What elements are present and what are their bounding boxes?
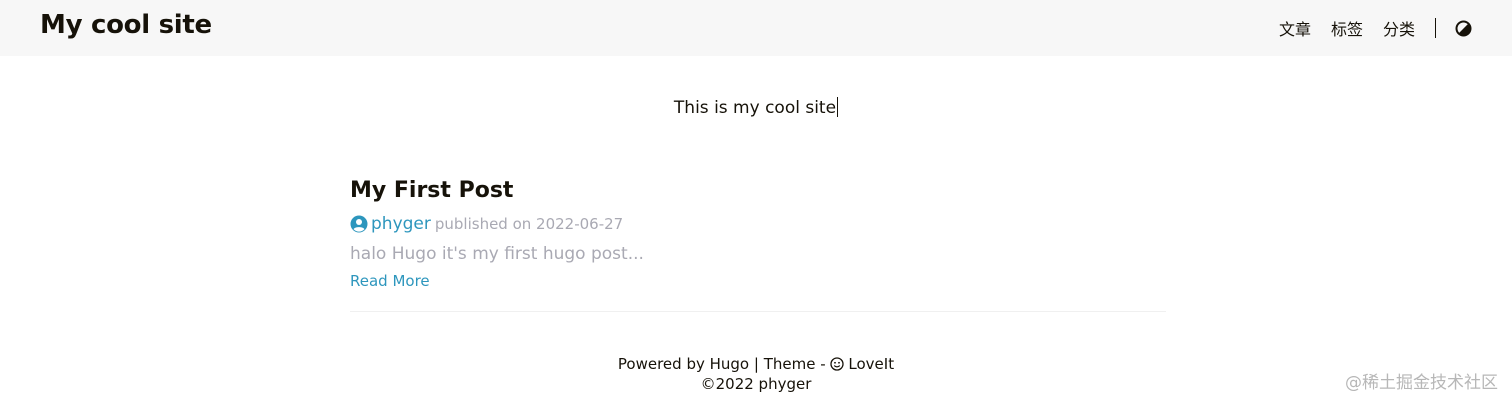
typing-cursor <box>837 97 839 117</box>
nav-divider <box>1435 18 1436 38</box>
footer-hugo-link[interactable]: Hugo <box>710 355 750 373</box>
nav-posts-link[interactable]: 文章 <box>1279 16 1311 40</box>
footer-copyright-text: 2022 phyger <box>715 375 812 393</box>
post-published-date: published on 2022-06-27 <box>434 215 624 233</box>
main-nav: 文章 标签 分类 <box>1279 0 1472 56</box>
site-footer: Powered by Hugo | Theme - LoveIt ©2022 p… <box>0 354 1512 394</box>
theme-switch-button[interactable] <box>1455 20 1472 37</box>
site-title-link[interactable]: My cool site <box>40 10 212 40</box>
read-more-link[interactable]: Read More <box>350 272 1166 290</box>
subtitle-text: This is my cool site <box>673 98 837 118</box>
footer-theme-prefix: Theme - <box>763 355 831 373</box>
footer-separator: | <box>749 355 764 373</box>
post-summary-card: My First Post phyger published on 2022-0… <box>350 176 1166 290</box>
user-circle-icon <box>350 215 368 233</box>
post-author-link[interactable]: phyger <box>371 214 431 234</box>
half-circle-contrast-icon <box>1455 20 1472 36</box>
post-divider <box>350 311 1166 312</box>
post-excerpt: halo Hugo it's my first hugo post... <box>350 244 644 264</box>
site-subtitle: This is my cool site <box>0 97 1512 118</box>
post-title-link[interactable]: My First Post <box>350 176 1166 208</box>
loveit-icon <box>830 356 845 371</box>
nav-tags-link[interactable]: 标签 <box>1331 16 1363 40</box>
copyright-icon: © <box>700 375 716 393</box>
site-header: My cool site 文章 标签 分类 <box>0 0 1512 56</box>
watermark: @稀土掘金技术社区 <box>1345 373 1498 393</box>
footer-theme-link[interactable]: LoveIt <box>848 355 894 373</box>
footer-powered-line: Powered by Hugo | Theme - LoveIt <box>0 354 1512 374</box>
post-meta: phyger published on 2022-06-27 <box>350 213 1166 235</box>
footer-powered-prefix: Powered by <box>617 355 710 373</box>
footer-copyright-line: ©2022 phyger <box>0 374 1512 394</box>
nav-categories-link[interactable]: 分类 <box>1383 16 1415 40</box>
